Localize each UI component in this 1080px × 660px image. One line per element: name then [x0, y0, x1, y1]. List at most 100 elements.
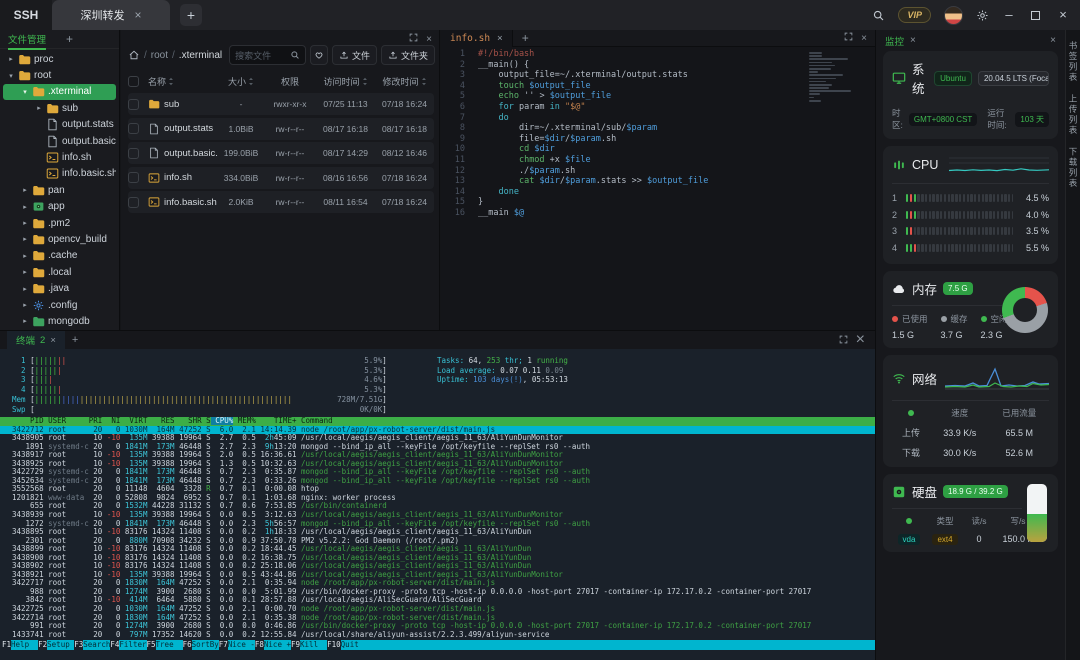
tree-item-app[interactable]: ▸app: [3, 199, 116, 215]
close-button[interactable]: ×: [1056, 0, 1070, 30]
search-icon[interactable]: [872, 9, 885, 22]
chevron-right-icon[interactable]: ▸: [21, 186, 29, 194]
rail-tab-bookmarks[interactable]: 书签列表: [1067, 41, 1079, 83]
chevron-down-icon[interactable]: ▾: [21, 88, 29, 96]
tree-item-.xterminal[interactable]: ▾.xterminal: [3, 84, 116, 100]
upload-file-button[interactable]: 文件: [332, 45, 377, 65]
expand-panel-icon[interactable]: [839, 331, 848, 349]
column-size[interactable]: 大小: [218, 75, 264, 88]
fkey-label[interactable]: Setup: [47, 640, 74, 650]
fkey-label[interactable]: Nice +: [264, 640, 291, 650]
chevron-right-icon[interactable]: ▸: [21, 203, 29, 211]
tab-close-icon[interactable]: ×: [497, 33, 503, 44]
tab-close-icon[interactable]: ×: [134, 8, 141, 22]
column-access-time[interactable]: 访问时间: [316, 75, 375, 88]
terminal-tab[interactable]: 终端 2 ×: [7, 331, 65, 349]
fkey-F6[interactable]: F6: [183, 640, 192, 650]
file-row-info.sh[interactable]: info.sh334.0BiBrw-r--r--08/16 16:5607/18…: [128, 167, 434, 189]
tree-item-.config[interactable]: ▸.config: [3, 297, 116, 313]
tree-item-info.basic.sh[interactable]: info.basic.sh: [3, 166, 116, 182]
close-panel-icon[interactable]: ×: [861, 33, 867, 44]
tree-item-mongodb[interactable]: ▸mongodb: [3, 313, 116, 329]
file-row-info.basic.sh[interactable]: info.basic.sh2.0KiBrw-r--r--08/11 16:540…: [128, 191, 434, 213]
chevron-right-icon[interactable]: ▸: [21, 317, 29, 325]
tab-close-icon[interactable]: ×: [50, 335, 56, 346]
expand-panel-icon[interactable]: [844, 32, 853, 44]
chevron-right-icon[interactable]: ▸: [21, 268, 29, 276]
chevron-right-icon[interactable]: ▸: [21, 235, 29, 243]
row-checkbox[interactable]: [128, 148, 139, 159]
code-area[interactable]: 1#!/bin/bash2__main() {3 output_file=~/.…: [441, 47, 875, 329]
column-name[interactable]: 名称: [148, 75, 218, 88]
tree-item-pan[interactable]: ▸pan: [3, 182, 116, 198]
fkey-label[interactable]: Help: [11, 640, 38, 650]
fkey-label[interactable]: Filter: [119, 640, 146, 650]
tab-monitor[interactable]: 监控×: [885, 34, 916, 48]
chevron-right-icon[interactable]: ▸: [35, 104, 43, 112]
sidebar-add-button[interactable]: +: [66, 32, 73, 46]
home-icon[interactable]: [128, 49, 140, 61]
tree-item-.cache[interactable]: ▸.cache: [3, 248, 116, 264]
vip-badge[interactable]: VIP: [898, 7, 931, 23]
tree-item-sub[interactable]: ▸sub: [3, 100, 116, 116]
file-row-output.basic.s[interactable]: output.basic.s199.0BiBrw-r--r--08/17 14:…: [128, 142, 434, 164]
close-panel-icon[interactable]: ×: [856, 331, 865, 349]
column-permissions[interactable]: 权限: [264, 75, 316, 88]
fkey-F10[interactable]: F10: [327, 640, 341, 650]
upload-folder-button[interactable]: 文件夹: [381, 45, 435, 65]
fkey-F9[interactable]: F9: [291, 640, 300, 650]
fkey-label[interactable]: Search: [83, 640, 110, 650]
fkey-F1[interactable]: F1: [2, 640, 11, 650]
file-row-sub[interactable]: sub-rwxr-xr-x07/25 11:1307/18 16:24: [128, 93, 434, 115]
tree-item-.pm2[interactable]: ▸.pm2: [3, 215, 116, 231]
tab-file-manager[interactable]: 文件管理: [8, 32, 46, 46]
session-tab[interactable]: 深圳转发 ×: [52, 0, 170, 30]
fkey-label[interactable]: Kill: [300, 640, 327, 650]
htop-screen[interactable]: 1 [||||||| 5.9%] 2 [|||||| 5.3%] 3 [||||: [0, 349, 875, 660]
fkey-label[interactable]: Quit: [341, 640, 875, 650]
fkey-F5[interactable]: F5: [147, 640, 156, 650]
row-checkbox[interactable]: [128, 172, 139, 183]
chevron-right-icon[interactable]: ▸: [7, 55, 15, 63]
chevron-down-icon[interactable]: ▾: [7, 72, 15, 80]
fkey-F3[interactable]: F3: [74, 640, 83, 650]
tree-item-info.sh[interactable]: info.sh: [3, 149, 116, 165]
minimap[interactable]: [809, 52, 857, 103]
fkey-label[interactable]: Tree: [156, 640, 183, 650]
fkey-F4[interactable]: F4: [110, 640, 119, 650]
minimize-button[interactable]: –: [1002, 0, 1016, 30]
tree-item-opencv_build[interactable]: ▸opencv_build: [3, 231, 116, 247]
tree-item-output.stats[interactable]: output.stats: [3, 117, 116, 133]
tree-item-root[interactable]: ▾root: [3, 67, 116, 83]
new-editor-tab-button[interactable]: +: [522, 31, 529, 45]
close-panel-icon[interactable]: ×: [1050, 35, 1056, 46]
process-table-header[interactable]: PID USER PRI NI VIRT RES SHR S CPU% MEM%…: [0, 417, 875, 426]
editor-tab-info-sh[interactable]: info.sh ×: [441, 30, 513, 47]
tree-item-.java[interactable]: ▸.java: [3, 280, 116, 296]
breadcrumb-root[interactable]: root: [151, 50, 168, 61]
file-row-output.stats[interactable]: output.stats1.0BiBrw-r--r--08/17 16:1808…: [128, 118, 434, 140]
function-key-bar[interactable]: F1Help F2Setup F3SearchF4FilterF5Tree F6…: [0, 640, 875, 650]
tree-item-.local[interactable]: ▸.local: [3, 264, 116, 280]
new-terminal-button[interactable]: +: [72, 334, 78, 346]
column-modify-time[interactable]: 修改时间: [375, 75, 434, 88]
row-checkbox[interactable]: [128, 197, 139, 208]
close-panel-icon[interactable]: ×: [426, 34, 432, 45]
favorites-button[interactable]: [310, 45, 328, 65]
tab-close-icon[interactable]: ×: [910, 35, 916, 46]
fkey-F8[interactable]: F8: [255, 640, 264, 650]
search-files-input[interactable]: 搜索文件: [229, 45, 306, 65]
select-all-checkbox[interactable]: [128, 76, 139, 87]
tree-item-output.basic.s[interactable]: output.basic.s: [3, 133, 116, 149]
rail-tab-downloads[interactable]: 下载列表: [1067, 147, 1079, 189]
rail-tab-uploads[interactable]: 上传列表: [1067, 94, 1079, 136]
tree-item-proc[interactable]: ▸proc: [3, 51, 116, 67]
settings-gear-icon[interactable]: [976, 9, 989, 22]
row-checkbox[interactable]: [128, 99, 139, 110]
chevron-right-icon[interactable]: ▸: [21, 285, 29, 293]
fkey-label[interactable]: Nice -: [228, 640, 255, 650]
chevron-right-icon[interactable]: ▸: [21, 301, 29, 309]
row-checkbox[interactable]: [128, 123, 139, 134]
fkey-F7[interactable]: F7: [219, 640, 228, 650]
fkey-F2[interactable]: F2: [38, 640, 47, 650]
